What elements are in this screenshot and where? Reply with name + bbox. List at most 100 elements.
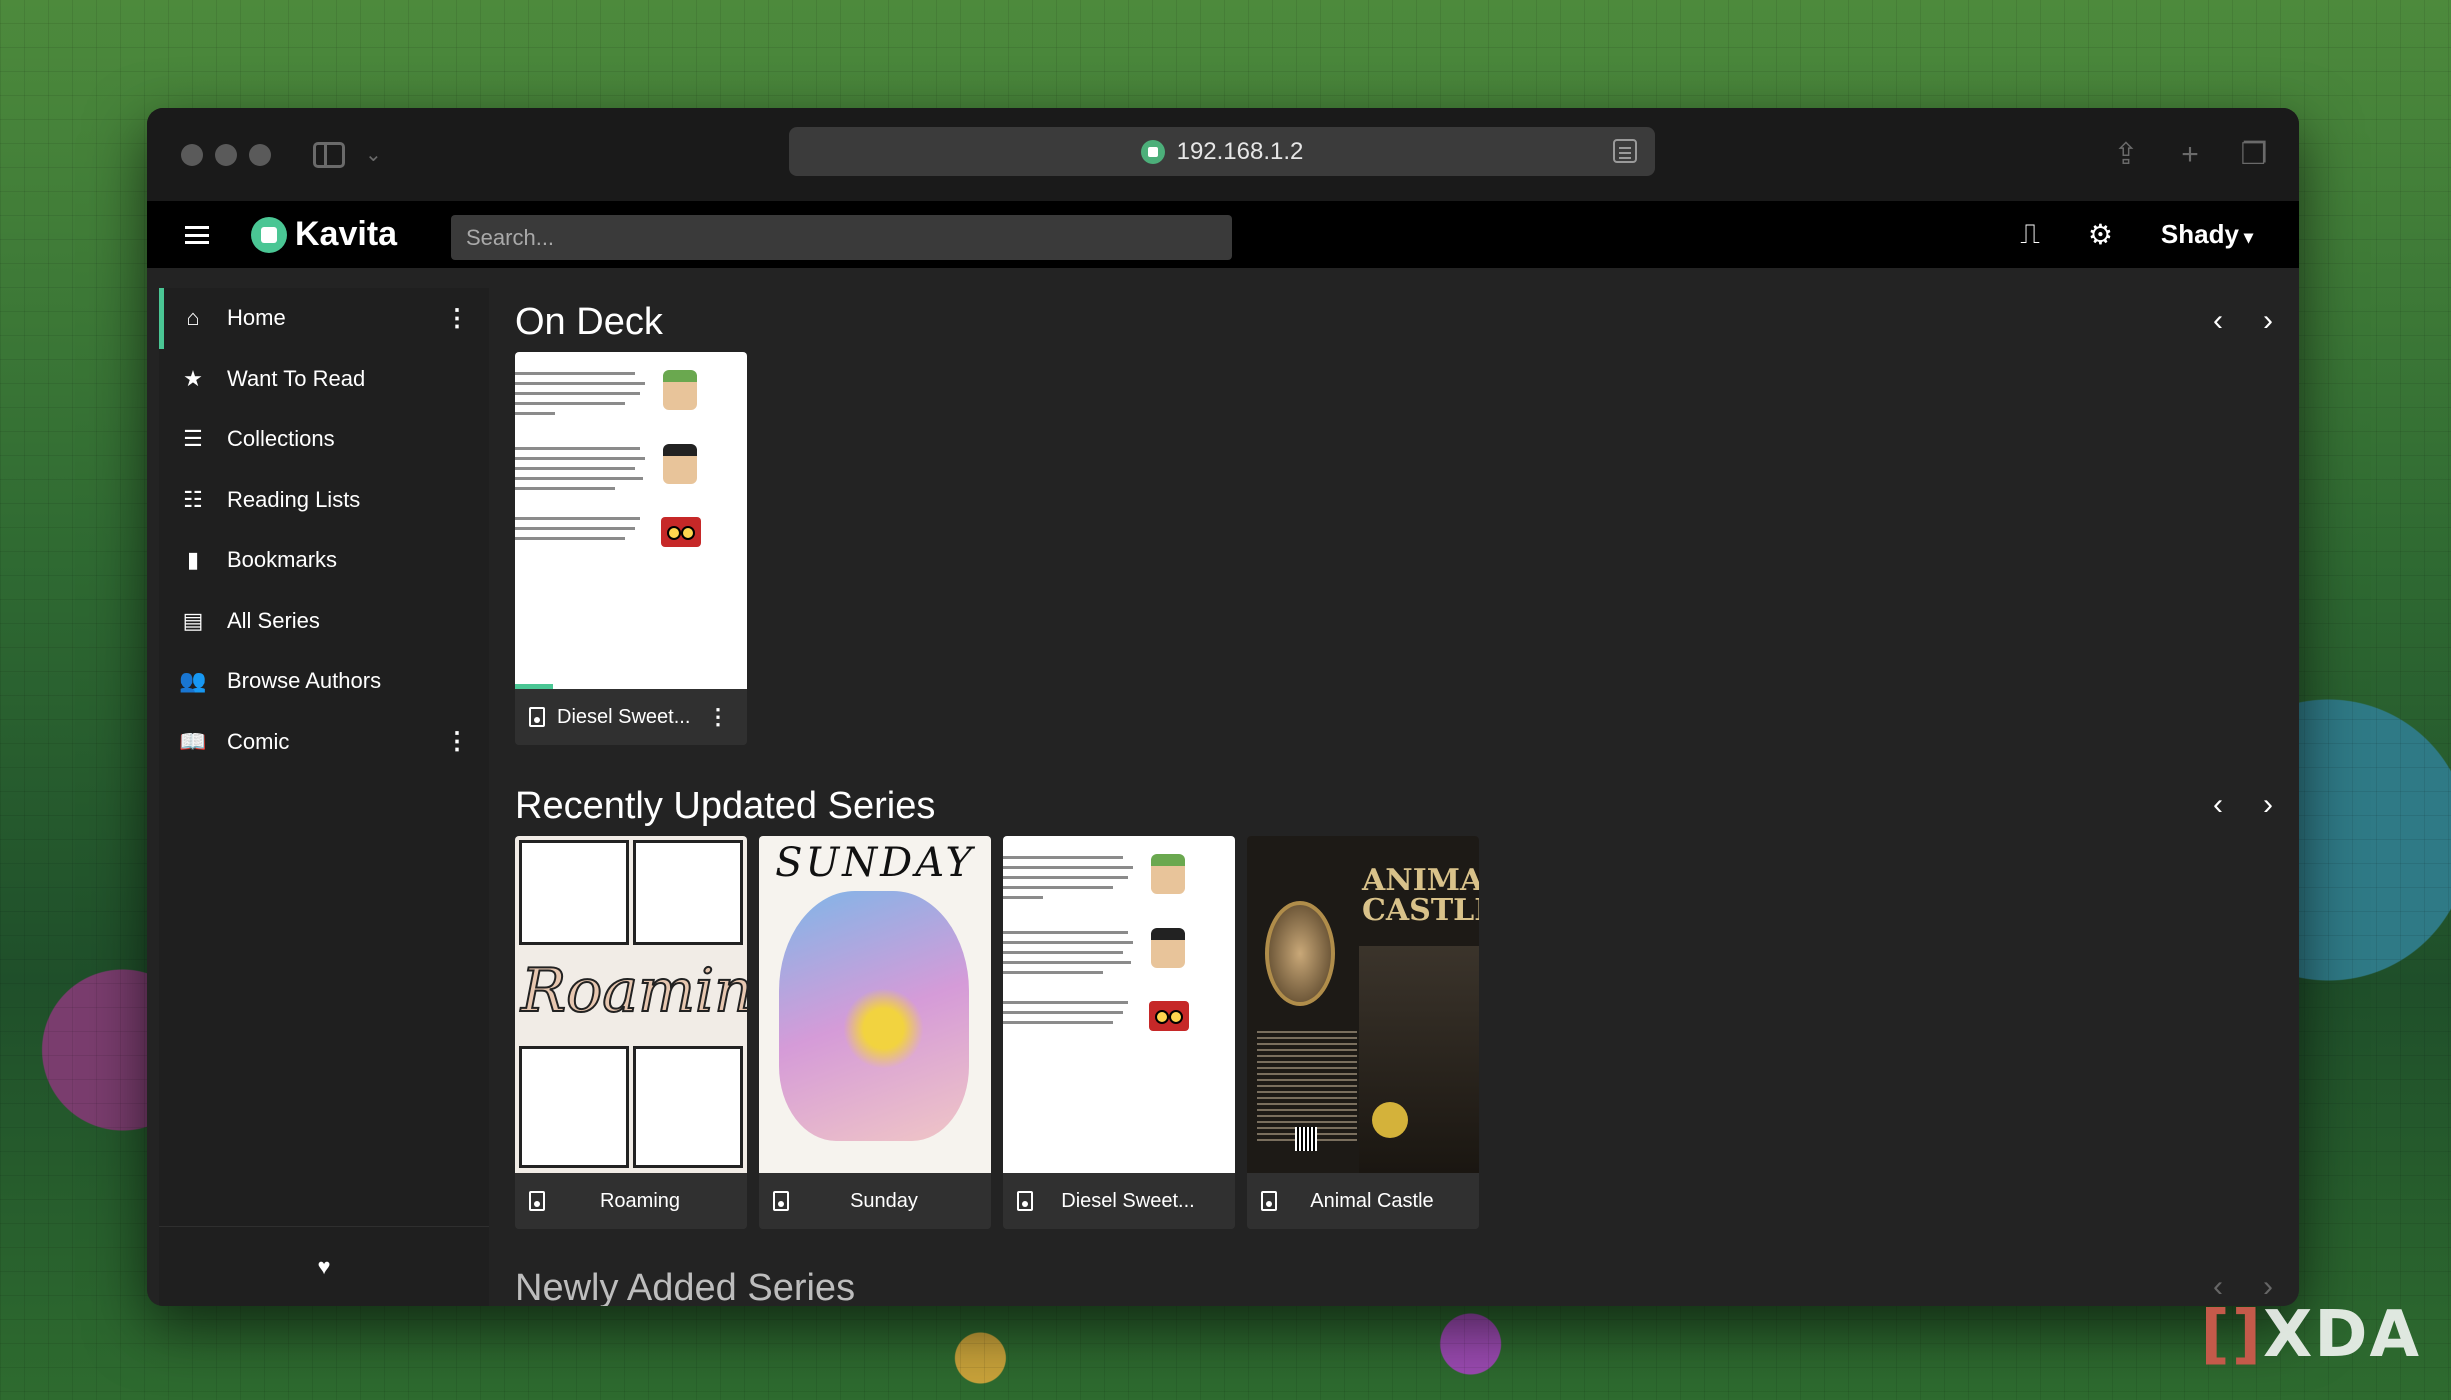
url-text: 192.168.1.2 xyxy=(1176,137,1304,165)
series-card[interactable]: Diesel Sweet... xyxy=(1003,836,1235,1229)
chevron-right-icon[interactable]: › xyxy=(2257,306,2279,336)
character-portrait xyxy=(663,444,697,484)
chevron-left-icon[interactable]: ‹ xyxy=(2207,790,2229,820)
kebab-menu-icon[interactable]: ⋮ xyxy=(445,727,469,756)
activity-pulse-icon[interactable]: ⎍ xyxy=(2020,218,2040,251)
cover-image[interactable] xyxy=(1003,836,1235,1173)
cover-image[interactable] xyxy=(515,352,747,689)
newly-added-section: Newly Added Series ‹ › xyxy=(515,1258,2279,1306)
hamburger-menu-icon[interactable] xyxy=(185,225,209,244)
sidebar-item-label: Browse Authors xyxy=(227,668,382,694)
sidebar-item-comic[interactable]: 📖 Comic ⋮ xyxy=(159,712,489,773)
site-favicon-icon xyxy=(1140,139,1165,164)
section-title: Newly Added Series xyxy=(515,1267,856,1306)
sidebar-item-home[interactable]: ⌂ Home ⋮ xyxy=(159,288,489,349)
cover-title-art: ANIMAL CASTLE xyxy=(1362,863,1479,928)
app-navbar: Kavita ⎍ ⚙ Shady xyxy=(147,201,2299,268)
brand-name: Kavita xyxy=(295,215,398,253)
tab-overview-icon[interactable]: ❐ xyxy=(2239,139,2269,170)
brand-logo-link[interactable]: Kavita xyxy=(251,215,397,254)
sidebar-item-bookmarks[interactable]: ▮ Bookmarks xyxy=(159,530,489,591)
sidebar-footer: ♥ xyxy=(159,1226,489,1306)
settings-gears-icon[interactable]: ⚙ xyxy=(2088,218,2113,251)
cover-title-art: SUNDAY xyxy=(775,840,975,886)
sidebar-item-all-series[interactable]: ▤ All Series xyxy=(159,591,489,652)
cover-title-art: Roaming xyxy=(520,955,747,1027)
card-footer: Sunday xyxy=(759,1173,991,1229)
series-card[interactable]: ANIMAL CASTLE Animal Castle xyxy=(1247,836,1479,1229)
card-footer: Roaming xyxy=(515,1173,747,1229)
cover-image[interactable]: SUNDAY xyxy=(759,836,991,1173)
section-title: Recently Updated Series xyxy=(515,785,936,827)
kebab-menu-icon[interactable]: ⋮ xyxy=(445,304,469,333)
list-alt-icon: ▤ xyxy=(182,607,204,633)
sidebar-item-label: Collections xyxy=(227,426,335,452)
address-bar[interactable]: 192.168.1.2 xyxy=(789,127,1655,176)
maximize-window-button[interactable] xyxy=(249,143,271,166)
cover-image[interactable]: ANIMAL CASTLE xyxy=(1247,836,1479,1173)
app-body: ⌂ Home ⋮ ★ Want To Read ☰ Collections ☷ … xyxy=(147,268,2299,1306)
kavita-logo-icon xyxy=(251,216,287,253)
robot-portrait xyxy=(1149,1001,1189,1031)
section-title: On Deck xyxy=(515,301,663,343)
card-title[interactable]: Animal Castle xyxy=(1289,1190,1479,1213)
sidebar-item-reading-lists[interactable]: ☷ Reading Lists xyxy=(159,470,489,531)
user-menu-dropdown[interactable]: Shady xyxy=(2161,219,2253,250)
list-icon: ☰ xyxy=(183,426,203,452)
heart-icon[interactable]: ♥ xyxy=(317,1254,330,1280)
main-content: On Deck ‹ › Diesel Sweet... ⋮ Recently U… xyxy=(515,268,2279,1306)
ordered-list-icon: ☷ xyxy=(183,486,203,512)
new-tab-icon[interactable]: + xyxy=(2175,139,2205,170)
series-card[interactable]: Roaming Roaming xyxy=(515,836,747,1229)
book-open-icon: 📖 xyxy=(179,728,207,754)
home-icon: ⌂ xyxy=(186,305,200,331)
sidebar-item-want-to-read[interactable]: ★ Want To Read xyxy=(159,349,489,410)
chevron-left-icon[interactable]: ‹ xyxy=(2207,306,2229,336)
card-footer: Animal Castle xyxy=(1247,1173,1479,1229)
file-icon xyxy=(1017,1191,1033,1211)
chevron-down-icon[interactable]: ⌄ xyxy=(365,142,382,167)
minimize-window-button[interactable] xyxy=(215,143,237,166)
star-icon: ★ xyxy=(183,365,203,391)
window-controls xyxy=(181,143,271,166)
card-row: Diesel Sweet... ⋮ xyxy=(515,352,2279,745)
series-card[interactable]: SUNDAY Sunday xyxy=(759,836,991,1229)
on-deck-section: On Deck ‹ › Diesel Sweet... ⋮ xyxy=(515,292,2279,745)
sidebar-item-label: Reading Lists xyxy=(227,486,361,512)
character-portrait xyxy=(1151,928,1185,968)
card-title[interactable]: Roaming xyxy=(557,1190,747,1213)
sidebar-item-label: All Series xyxy=(227,607,320,633)
chevron-right-icon[interactable]: › xyxy=(2257,790,2279,820)
bookmark-icon: ▮ xyxy=(186,547,200,573)
carousel-controls: ‹ › xyxy=(2207,306,2279,336)
browser-window: ⌄ 192.168.1.2 ⇪ + ❐ Kavita ⎍ ⚙ Shady xyxy=(147,108,2299,1306)
xda-watermark: []XDA xyxy=(2200,1298,2421,1372)
robot-portrait xyxy=(661,517,701,547)
close-window-button[interactable] xyxy=(181,143,203,166)
side-nav-list: ⌂ Home ⋮ ★ Want To Read ☰ Collections ☷ … xyxy=(159,288,489,772)
file-icon xyxy=(1261,1191,1277,1211)
character-portrait xyxy=(663,370,697,410)
kebab-menu-icon[interactable]: ⋮ xyxy=(707,704,729,730)
card-row: Roaming Roaming SUNDAY xyxy=(515,836,2279,1229)
sidebar-item-collections[interactable]: ☰ Collections xyxy=(159,409,489,470)
browser-toolbar-right: ⇪ + ❐ xyxy=(2111,139,2269,170)
sidebar-item-label: Home xyxy=(227,305,286,331)
sidebar-item-label: Comic xyxy=(227,728,290,754)
card-footer: Diesel Sweet... ⋮ xyxy=(515,689,747,745)
sidebar-toggle-icon[interactable] xyxy=(313,141,345,168)
cover-image[interactable]: Roaming xyxy=(515,836,747,1173)
file-icon xyxy=(529,1191,545,1211)
sidebar-item-browse-authors[interactable]: 👥 Browse Authors xyxy=(159,651,489,712)
recently-updated-section: Recently Updated Series ‹ › Roaming xyxy=(515,776,2279,1229)
carousel-controls: ‹ › xyxy=(2207,790,2279,820)
search-input[interactable] xyxy=(451,215,1232,260)
share-icon[interactable]: ⇪ xyxy=(2111,139,2141,170)
sidebar-item-label: Bookmarks xyxy=(227,547,338,573)
card-title[interactable]: Sunday xyxy=(801,1190,991,1213)
series-card[interactable]: Diesel Sweet... ⋮ xyxy=(515,352,747,745)
file-icon xyxy=(529,707,545,727)
card-title[interactable]: Diesel Sweet... xyxy=(1045,1190,1235,1213)
sidebar-item-label: Want To Read xyxy=(227,365,366,391)
reader-mode-icon[interactable] xyxy=(1613,139,1637,163)
